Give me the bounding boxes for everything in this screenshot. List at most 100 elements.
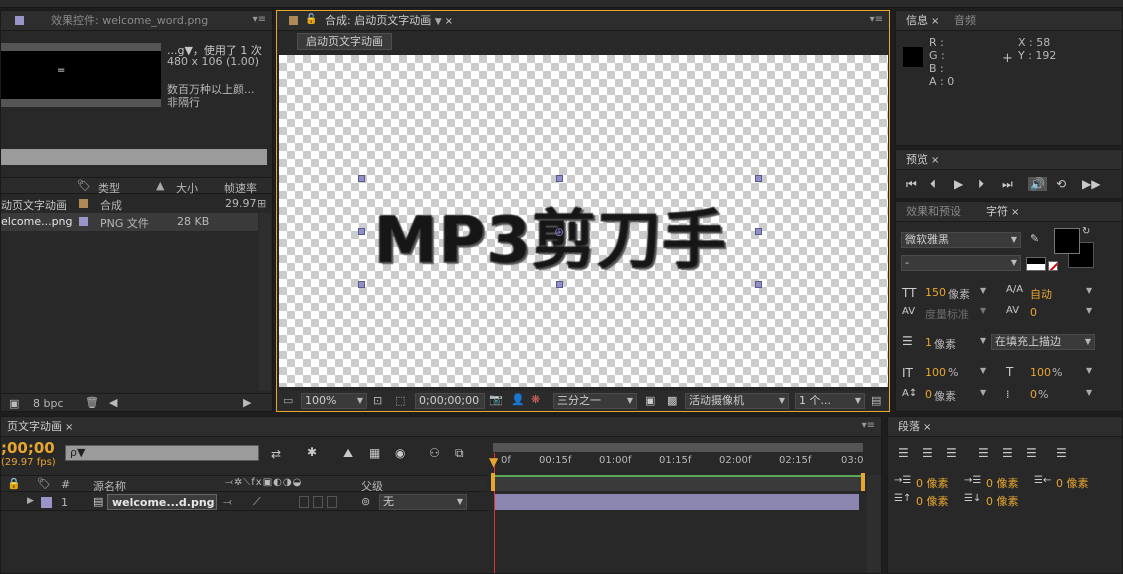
indent-left-value[interactable]: 0 像素 (916, 475, 949, 491)
layer-row[interactable]: ▶ 1 ▤ welcome...d.png ⤙ ⟋ ⊚ 无 ▼ (1, 493, 487, 511)
layer-name-field[interactable]: welcome...d.png (107, 494, 217, 510)
play-icon[interactable]: ▶ (954, 178, 963, 190)
justify-all-icon[interactable]: ☰ (1056, 447, 1067, 459)
col-fps[interactable]: 帧速率 (224, 180, 257, 196)
timeline-search-field[interactable]: ρ▼ (65, 445, 259, 461)
loop-icon[interactable]: ⟲ (1056, 178, 1066, 190)
close-icon[interactable]: × (445, 16, 453, 27)
quality-switch-icon[interactable]: ⟋ (253, 495, 261, 509)
indent-first-value[interactable]: 0 像素 (986, 475, 1019, 491)
graph-editor-icon[interactable]: ⧉ (455, 447, 464, 459)
transform-handle-br[interactable] (755, 281, 762, 288)
transform-handle-tl[interactable] (358, 175, 365, 182)
tsume-value[interactable]: 0 (1030, 388, 1037, 401)
project-row-png[interactable]: elcome...png PNG 文件 28 KB (1, 213, 258, 231)
transform-handle-tr[interactable] (755, 175, 762, 182)
lock-icon[interactable]: 🔓 (305, 14, 317, 25)
baseline-shift-dropdown-arrow[interactable]: ▼ (980, 388, 986, 397)
project-row-comp[interactable]: 动页文字动画 合成 29.97 ⊞ (1, 195, 272, 213)
close-icon[interactable]: × (65, 422, 73, 433)
label-tag-icon[interactable]: 🏷 (77, 179, 91, 192)
comp-viewer-canvas[interactable]: MP3剪刀手 ⊕ (279, 55, 888, 387)
fill-color-swatch[interactable] (1054, 228, 1080, 254)
anchor-point-icon[interactable]: ⊕ (554, 225, 564, 239)
vertical-scale-dropdown-arrow[interactable]: ▼ (980, 366, 986, 375)
region-of-interest-icon[interactable]: ▣ (645, 394, 655, 407)
transform-handle-mr[interactable] (755, 228, 762, 235)
comp-mini-flowchart-icon[interactable]: ⇄ (271, 448, 281, 460)
work-area-start[interactable] (491, 473, 495, 491)
switch-box-1[interactable] (299, 496, 309, 508)
always-preview-icon[interactable]: ▭ (283, 394, 293, 407)
stroke-width-value[interactable]: 1 (925, 336, 932, 349)
brainstorm-icon[interactable]: ⚇ (429, 447, 440, 459)
work-area-end[interactable] (861, 473, 865, 491)
justify-right-icon[interactable]: ☰ (1026, 447, 1037, 459)
playhead[interactable] (494, 453, 495, 573)
work-area-bar[interactable] (493, 443, 863, 452)
flowchart-icon[interactable]: ⊞ (257, 197, 266, 210)
mask-visibility-icon[interactable]: ⬚ (395, 394, 405, 407)
close-icon[interactable]: × (923, 422, 931, 433)
baseline-shift-value[interactable]: 0 (925, 388, 932, 401)
col-source-name[interactable]: 源名称 (93, 478, 126, 494)
parent-dropdown[interactable]: 无 ▼ (379, 494, 467, 510)
transform-handle-tc[interactable] (556, 175, 563, 182)
col-type[interactable]: 类型 (98, 180, 120, 196)
tracking-dropdown-arrow[interactable]: ▼ (1086, 306, 1092, 315)
label-column-icon[interactable]: 🏷 (37, 477, 51, 490)
pick-whip-icon[interactable]: ⊚ (361, 495, 370, 508)
align-left-icon[interactable]: ☰ (898, 447, 909, 459)
expand-arrow-icon[interactable]: ▶ (27, 496, 34, 506)
frame-blending-icon[interactable]: ▦ (369, 447, 380, 459)
tab-info[interactable]: 信息 × (900, 13, 945, 29)
comp-breadcrumb[interactable]: 启动页文字动画 (297, 33, 392, 50)
camera-dropdown[interactable]: 活动摄像机 ▼ (685, 393, 789, 409)
views-dropdown[interactable]: 1 个... ▼ (795, 393, 865, 409)
switch-box-3[interactable] (327, 496, 337, 508)
next-frame-icon[interactable]: ⏵ (978, 178, 984, 190)
panel-menu-icon[interactable]: ▾≡ (870, 14, 883, 25)
panel-menu-icon[interactable]: ▾≡ (253, 14, 266, 25)
layer-duration-bar[interactable] (495, 494, 859, 510)
swap-colors-icon[interactable]: ↻ (1082, 226, 1090, 237)
channel-icon[interactable]: ❋ (531, 393, 540, 406)
grid-dropdown[interactable]: 三分之一 ▼ (553, 393, 637, 409)
sort-icon[interactable]: ▲ (156, 179, 164, 192)
tab-timeline[interactable]: 页文字动画 × (1, 419, 79, 435)
transform-handle-bc[interactable] (556, 281, 563, 288)
fast-previews-icon[interactable]: ▤ (871, 394, 881, 407)
font-style-dropdown[interactable]: - ▼ (901, 255, 1021, 271)
tab-audio[interactable]: 音频 (948, 13, 982, 29)
kerning-value[interactable]: 度量标准 (925, 306, 969, 322)
label-color-comp[interactable] (79, 199, 88, 208)
tab-preview[interactable]: 预览 × (900, 152, 945, 168)
motion-blur-icon[interactable]: ◉ (395, 447, 405, 459)
zoom-dropdown[interactable]: 100% ▼ (301, 393, 367, 409)
no-fill-swatch[interactable] (1048, 261, 1058, 271)
indent-right-value[interactable]: 0 像素 (1056, 475, 1089, 491)
stroke-mode-dropdown[interactable]: 在填充上描边 ▼ (991, 334, 1095, 350)
tab-composition[interactable]: 合成: 启动页文字动画 ▼ × (319, 13, 459, 29)
panel-menu-icon[interactable]: ▾≡ (862, 420, 875, 431)
close-icon[interactable]: × (931, 155, 939, 166)
time-ruler[interactable]: 0f 00:15f 01:00f 01:15f 02:00f 02:15f 03… (489, 453, 867, 471)
transform-handle-bl[interactable] (358, 281, 365, 288)
horizontal-scale-value[interactable]: 100 (1030, 366, 1051, 379)
leading-dropdown-arrow[interactable]: ▼ (1086, 286, 1092, 295)
tab-paragraph[interactable]: 段落 × (892, 419, 937, 435)
current-time-field[interactable]: 0;00;00;00 (415, 393, 485, 409)
vertical-scale-value[interactable]: 100 (925, 366, 946, 379)
font-size-value[interactable]: 150 (925, 286, 946, 299)
justify-left-icon[interactable]: ☰ (978, 447, 989, 459)
project-search-field[interactable] (1, 149, 267, 165)
switches-icons[interactable]: ⤙✲⟍fx▣◐◑◒ (225, 477, 302, 488)
label-color-png[interactable] (79, 217, 88, 226)
close-icon[interactable]: × (931, 16, 939, 27)
stroke-width-dropdown-arrow[interactable]: ▼ (980, 336, 986, 345)
scroll-left-icon[interactable]: ◀ (109, 396, 117, 409)
shy-icon[interactable]: ⛰ (343, 447, 353, 459)
switch-box-2[interactable] (313, 496, 323, 508)
space-before-value[interactable]: 0 像素 (916, 493, 949, 509)
black-white-swatch[interactable] (1026, 257, 1046, 271)
